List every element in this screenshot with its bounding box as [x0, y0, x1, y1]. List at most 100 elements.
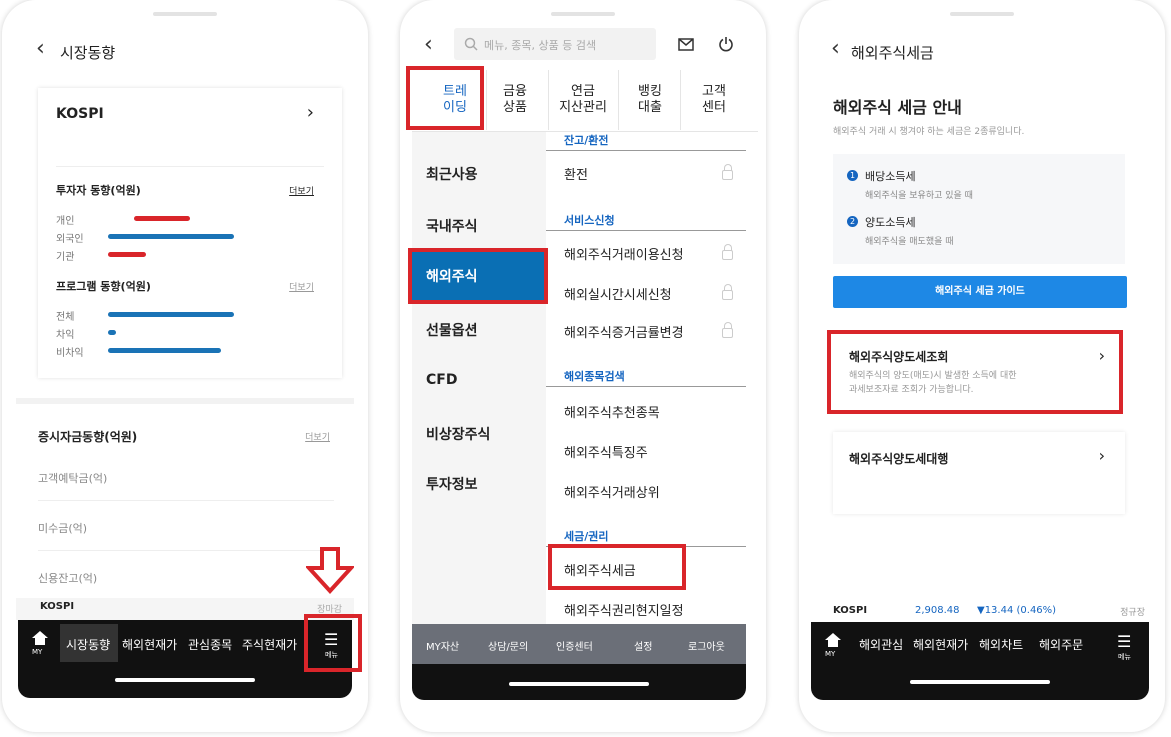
menu-icon[interactable]: ☰: [1117, 632, 1131, 651]
bottom-link[interactable]: 로그아웃: [688, 638, 725, 653]
power-icon[interactable]: [718, 36, 734, 52]
deposit-more-link[interactable]: 더보기: [305, 430, 330, 443]
investor-title: 투자자 동향(억원): [56, 184, 141, 197]
search-input[interactable]: 메뉴, 종목, 상품 등 검색: [454, 28, 656, 60]
highlight-tax-query: [827, 330, 1123, 414]
search-placeholder: 메뉴, 종목, 상품 등 검색: [484, 39, 597, 52]
kospi-card: KOSPI › 투자자 동향(억원) 더보기 개인 외국인 기관 프로그램 동향…: [38, 88, 342, 378]
nav-item-active[interactable]: 시장동향: [60, 624, 118, 662]
submenu-item[interactable]: 해외실시간시세신청: [564, 284, 672, 303]
program-bar-2: [108, 348, 221, 353]
section-title: 해외종목검색: [564, 370, 625, 383]
deposit-row: 신용잔고(억): [38, 572, 98, 585]
chevron-right-icon[interactable]: ›: [307, 102, 314, 123]
submenu-item[interactable]: 해외주식특징주: [564, 442, 648, 461]
nav-item-label: 시장동향: [66, 638, 111, 652]
home-icon[interactable]: [32, 630, 48, 645]
bottom-nav: MY 시장동향 해외현재가 관심종목 주식현재가 ☰ 메뉴: [18, 620, 352, 698]
tax-type-desc: 해외주식을 보유하고 있을 때: [865, 191, 973, 201]
nav-item[interactable]: 주식현재가: [242, 636, 297, 653]
tab-pension[interactable]: 연금 지산관리: [550, 84, 616, 116]
nav-home-label: MY: [825, 650, 836, 658]
nav-item[interactable]: 해외차트: [979, 636, 1023, 653]
nav-item[interactable]: 해외현재가: [913, 636, 968, 653]
lock-icon: [722, 284, 733, 300]
phone-overseas-tax: ‹ 해외주식세금 해외주식 세금 안내 해외주식 거래 시 챙겨야 하는 세금은…: [799, 0, 1165, 732]
back-icon[interactable]: ‹: [831, 36, 840, 61]
home-icon[interactable]: [825, 632, 841, 647]
number-badge: 2: [847, 216, 858, 227]
program-bar-0: [108, 312, 234, 317]
bottom-link[interactable]: MY자산: [426, 638, 459, 653]
left-menu-item[interactable]: CFD: [426, 372, 457, 388]
nav-item[interactable]: 해외주문: [1039, 636, 1083, 653]
back-icon[interactable]: ‹: [424, 32, 433, 57]
investor-label: 외국인: [56, 234, 84, 245]
submenu-item[interactable]: 해외주식추천종목: [564, 402, 660, 421]
bottom-nav: MY 해외관심 해외현재가 해외차트 해외주문 ☰ 메뉴: [811, 622, 1149, 700]
investor-bar-0: [134, 216, 190, 221]
tax-types-box: 1 배당소득세 해외주식을 보유하고 있을 때 2 양도소득세 해외주식을 매도…: [833, 154, 1125, 264]
bottom-link[interactable]: 인증센터: [556, 638, 593, 653]
chevron-right-icon: ›: [1098, 446, 1105, 465]
tax-type-title: 배당소득세: [865, 170, 916, 183]
phone-market-trends: ‹ 시장동향 KOSPI › 투자자 동향(억원) 더보기 개인 외국인 기관 …: [2, 0, 368, 732]
tab-banking[interactable]: 뱅킹 대출: [620, 84, 680, 116]
submenu-item[interactable]: 환전: [564, 164, 588, 183]
ticker-status: 정규장: [1120, 608, 1145, 618]
left-menu-item[interactable]: 국내주식: [426, 216, 478, 236]
arrow-down-icon: [306, 547, 354, 594]
bottom-link[interactable]: 상담/문의: [488, 638, 528, 653]
program-more-link[interactable]: 더보기: [289, 280, 314, 293]
nav-menu-label: 메뉴: [1118, 653, 1131, 661]
left-menu-item[interactable]: 투자정보: [426, 474, 478, 494]
divider: [680, 70, 681, 130]
section-title: 잔고/환전: [564, 134, 609, 147]
program-bar-1: [108, 330, 116, 335]
tax-type-desc: 해외주식을 매도했을 때: [865, 237, 954, 247]
divider: [56, 166, 324, 167]
investor-more-link[interactable]: 더보기: [289, 184, 314, 197]
investor-bar-2: [108, 252, 146, 257]
home-indicator: [115, 678, 255, 682]
tab-financial[interactable]: 금융 상품: [490, 84, 540, 116]
tax-type-title: 양도소득세: [865, 216, 916, 229]
home-indicator: [910, 680, 1050, 684]
bottom-links: MY자산 상담/문의 인증센터 설정 로그아웃: [412, 624, 746, 664]
system-bar: [412, 664, 746, 700]
submenu-item[interactable]: 해외주식증거금률변경: [564, 322, 684, 341]
notch: [551, 12, 615, 16]
submenu-item[interactable]: 해외주식거래이용신청: [564, 244, 684, 263]
left-menu-item[interactable]: 선물옵션: [426, 320, 478, 340]
left-menu-item[interactable]: 비상장주식: [426, 424, 490, 444]
highlight-menu-button: [304, 614, 362, 672]
nav-home-label: MY: [32, 648, 43, 656]
highlight-tax-item: [548, 544, 686, 590]
investor-label: 기관: [56, 252, 75, 263]
mail-icon[interactable]: [678, 38, 694, 51]
tax-agent-card[interactable]: 해외주식양도세대행 ›: [833, 432, 1125, 514]
nav-item[interactable]: 해외현재가: [122, 636, 177, 653]
bottom-link[interactable]: 설정: [634, 638, 652, 653]
divider: [618, 70, 619, 130]
page-title: 시장동향: [60, 44, 116, 62]
ticker-change: ▼13.44 (0.46%): [977, 605, 1057, 616]
card-title: KOSPI: [56, 106, 104, 122]
tax-guide-button[interactable]: 해외주식 세금 가이드: [833, 276, 1127, 308]
deposit-row: 미수금(억): [38, 522, 88, 535]
submenu-item[interactable]: 해외주식권리현지일정: [564, 600, 684, 619]
submenu-item[interactable]: 해외주식거래상위: [564, 482, 660, 501]
program-title: 프로그램 동향(억원): [56, 280, 151, 293]
nav-item[interactable]: 관심종목: [188, 636, 232, 653]
deposit-title: 증시자금동향(억원): [38, 430, 138, 444]
back-icon[interactable]: ‹: [36, 36, 45, 61]
left-menu-item[interactable]: 최근사용: [426, 164, 478, 184]
tab-customer[interactable]: 고객 센터: [684, 84, 744, 116]
deposit-row: 고객예탁금(억): [38, 472, 108, 485]
notch: [153, 12, 217, 16]
lock-icon: [722, 244, 733, 260]
ticker-name: KOSPI: [833, 605, 868, 616]
nav-item[interactable]: 해외관심: [859, 636, 903, 653]
notch: [950, 12, 1014, 16]
investor-bar-1: [108, 234, 234, 239]
